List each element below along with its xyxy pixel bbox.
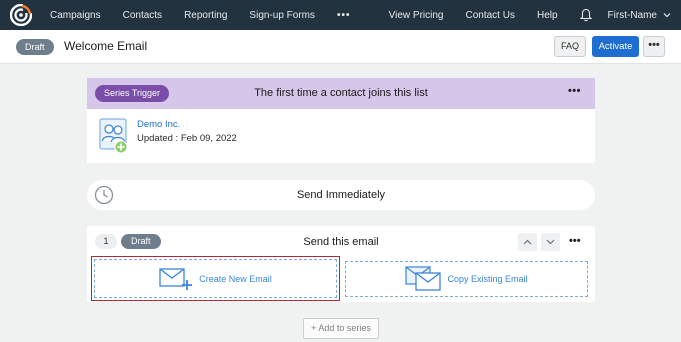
nav-more-button[interactable]: ••• xyxy=(337,10,351,21)
add-to-series-button[interactable]: + Add to series xyxy=(303,318,379,339)
copy-existing-email-option[interactable]: Copy Existing Email xyxy=(345,261,588,297)
create-new-email-label: Create New Email xyxy=(199,273,272,284)
copy-email-icon xyxy=(405,266,442,291)
nav-signup-forms[interactable]: Sign-up Forms xyxy=(249,10,315,21)
nav-reporting[interactable]: Reporting xyxy=(184,10,227,21)
chevron-up-icon xyxy=(523,239,532,245)
chevron-down-icon xyxy=(663,13,671,18)
trigger-more-button[interactable]: ••• xyxy=(568,85,581,97)
nav-right-group: View Pricing Contact Us Help First-Name xyxy=(389,8,681,22)
activate-button[interactable]: Activate xyxy=(592,36,639,57)
faq-button[interactable]: FAQ xyxy=(554,36,586,57)
bell-icon[interactable] xyxy=(579,8,594,22)
user-menu[interactable]: First-Name xyxy=(608,10,671,21)
step-more-button[interactable]: ••• xyxy=(569,235,581,247)
copy-existing-email-label: Copy Existing Email xyxy=(447,274,528,284)
chevron-down-icon xyxy=(546,239,555,245)
page-title: Welcome Email xyxy=(64,39,148,53)
new-email-icon xyxy=(159,267,193,290)
send-immediately-step[interactable]: Send Immediately xyxy=(87,180,595,210)
header-more-button[interactable]: ••• xyxy=(643,36,665,57)
constant-contact-logo-icon[interactable] xyxy=(10,4,32,26)
step-number-badge: 1 xyxy=(95,234,117,249)
nav-contact-us[interactable]: Contact Us xyxy=(466,10,515,21)
top-navigation: Campaigns Contacts Reporting Sign-up For… xyxy=(0,0,681,30)
create-new-email-box[interactable]: Create New Email xyxy=(94,259,337,298)
create-new-email-option[interactable]: Create New Email xyxy=(91,256,340,301)
nav-contacts[interactable]: Contacts xyxy=(123,10,162,21)
contact-list-link[interactable]: Demo Inc. xyxy=(137,119,180,130)
nav-view-pricing[interactable]: View Pricing xyxy=(389,10,444,21)
nav-help[interactable]: Help xyxy=(537,10,558,21)
user-name: First-Name xyxy=(607,9,657,21)
nav-campaigns[interactable]: Campaigns xyxy=(50,10,101,21)
series-trigger-badge: Series Trigger xyxy=(95,85,170,102)
status-badge: Draft xyxy=(16,39,54,55)
move-down-button[interactable] xyxy=(541,233,560,251)
list-updated-date: Updated : Feb 09, 2022 xyxy=(137,133,237,144)
series-trigger-body: Demo Inc. Updated : Feb 09, 2022 xyxy=(87,109,595,163)
campaign-header: Draft Welcome Email FAQ Activate ••• xyxy=(0,30,681,64)
series-trigger-header: The first time a contact joins this list… xyxy=(87,78,595,109)
send-immediately-label: Send Immediately xyxy=(296,189,386,201)
move-up-button[interactable] xyxy=(518,233,537,251)
contacts-list-icon xyxy=(99,117,129,155)
step-status-badge: Draft xyxy=(121,234,161,249)
